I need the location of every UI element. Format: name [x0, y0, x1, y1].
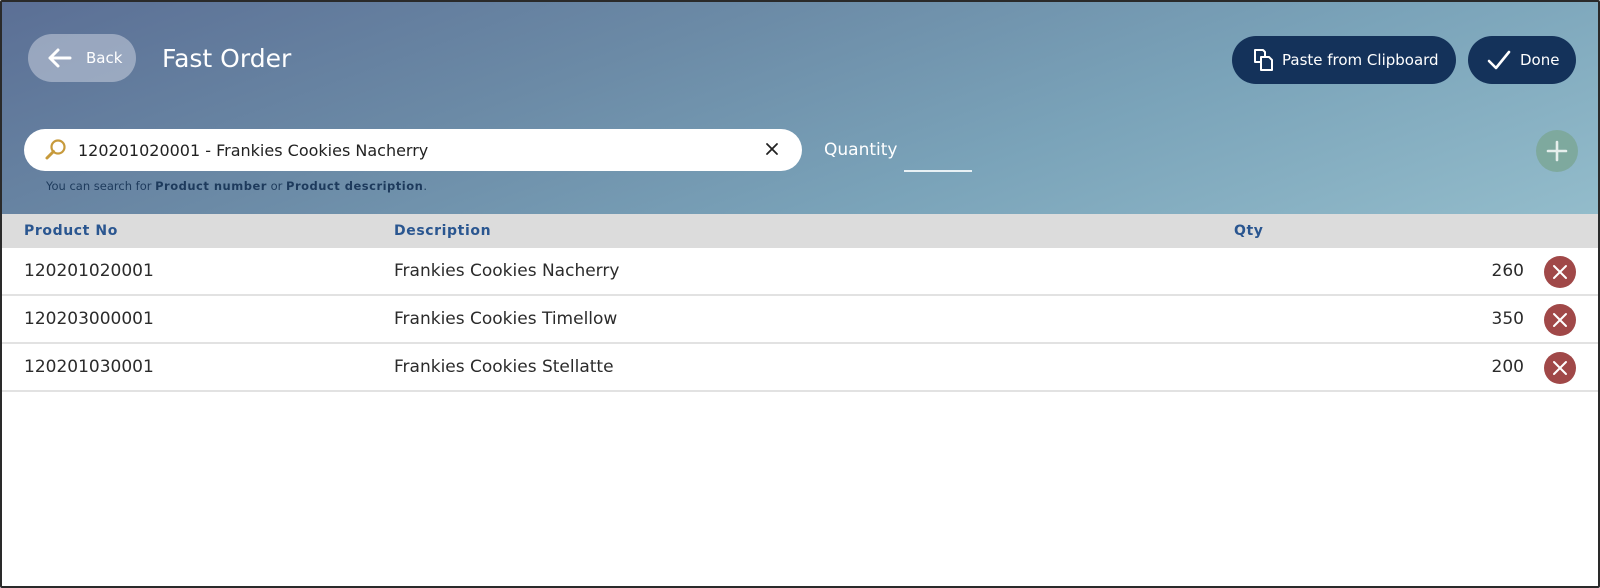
- remove-row-button[interactable]: [1544, 256, 1576, 288]
- product-description: Frankies Cookies Nacherry: [394, 261, 620, 281]
- close-icon: [1553, 265, 1567, 279]
- arrow-left-icon: [48, 48, 72, 68]
- search-input[interactable]: [78, 140, 758, 160]
- close-icon: [1553, 313, 1567, 327]
- product-description: Frankies Cookies Timellow: [394, 309, 618, 329]
- column-header-product-no[interactable]: Product No: [24, 223, 118, 239]
- paste-label: Paste from Clipboard: [1282, 51, 1439, 69]
- clear-search-icon[interactable]: [762, 139, 782, 159]
- quantity-label: Quantity: [824, 140, 898, 160]
- remove-row-button[interactable]: [1544, 352, 1576, 384]
- hint-suffix: .: [423, 179, 427, 193]
- quantity-input[interactable]: [904, 148, 972, 172]
- page-title: Fast Order: [162, 44, 292, 73]
- back-button[interactable]: Back: [28, 34, 136, 82]
- column-header-description[interactable]: Description: [394, 223, 491, 239]
- paste-from-clipboard-button[interactable]: Paste from Clipboard: [1232, 36, 1456, 84]
- plus-icon: [1546, 140, 1568, 162]
- hint-prefix: You can search for: [46, 179, 156, 193]
- table-row[interactable]: 120201020001 Frankies Cookies Nacherry 2…: [2, 248, 1598, 296]
- close-icon: [1553, 361, 1567, 375]
- back-label: Back: [86, 49, 123, 67]
- search-hint: You can search for Product number or Pro…: [46, 179, 427, 193]
- product-search-field[interactable]: [24, 129, 802, 171]
- table-row[interactable]: 120203000001 Frankies Cookies Timellow 3…: [2, 296, 1598, 344]
- column-header-qty[interactable]: Qty: [1234, 223, 1264, 239]
- product-qty: 350: [1491, 309, 1524, 329]
- checkmark-icon: [1487, 50, 1511, 70]
- add-item-button[interactable]: [1536, 130, 1578, 172]
- done-button[interactable]: Done: [1468, 36, 1576, 84]
- fast-order-screen: Back Fast Order Paste from Clipboard Don…: [0, 0, 1600, 588]
- product-number: 120201020001: [24, 261, 154, 281]
- remove-row-button[interactable]: [1544, 304, 1576, 336]
- product-description: Frankies Cookies Stellatte: [394, 357, 614, 377]
- copy-icon: [1254, 49, 1273, 71]
- hint-term-product-number: Product number: [155, 179, 267, 193]
- header: Back Fast Order Paste from Clipboard Don…: [2, 2, 1598, 214]
- search-icon: [45, 139, 66, 160]
- product-qty: 200: [1491, 357, 1524, 377]
- table-row[interactable]: 120201030001 Frankies Cookies Stellatte …: [2, 344, 1598, 392]
- hint-mid: or: [266, 179, 287, 193]
- product-qty: 260: [1491, 261, 1524, 281]
- product-number: 120203000001: [24, 309, 154, 329]
- table-header: Product No Description Qty: [2, 214, 1598, 248]
- product-number: 120201030001: [24, 357, 154, 377]
- hint-term-product-description: Product description: [286, 179, 424, 193]
- done-label: Done: [1520, 51, 1560, 69]
